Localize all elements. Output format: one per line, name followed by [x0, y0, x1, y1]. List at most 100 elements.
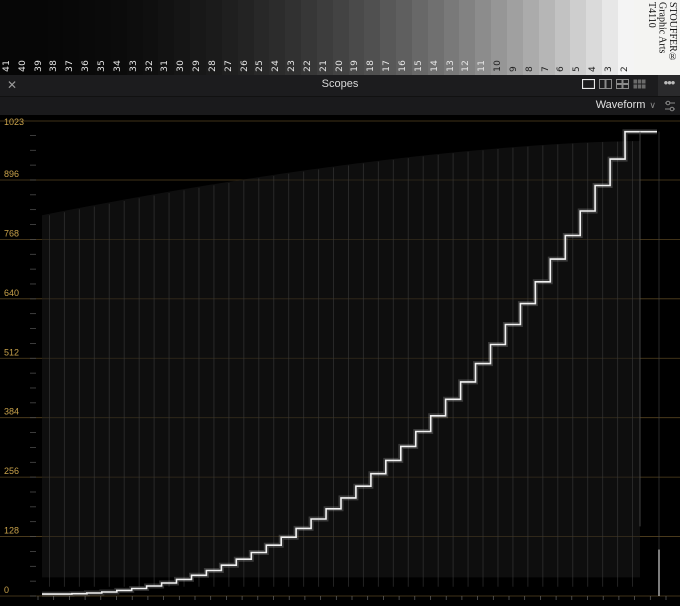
- wedge-step-label: 15: [413, 60, 424, 72]
- wedge-step: 22: [301, 0, 317, 75]
- wedge-step: 38: [47, 0, 64, 75]
- scope-toolbar: Waveform ∨: [0, 97, 680, 115]
- wedge-step-label: 12: [461, 60, 472, 72]
- wedge-step-label: 32: [144, 60, 155, 72]
- wedge-step-label: 20: [334, 60, 345, 72]
- y-tick-label: 128: [4, 526, 19, 536]
- wedge-step-label: 4: [588, 66, 599, 72]
- wedge-step: 7: [538, 0, 555, 75]
- wedge-step: 4: [586, 0, 603, 75]
- wedge-step-label: 41: [1, 60, 12, 72]
- y-tick-label: 384: [4, 407, 19, 417]
- scope-type-label: Waveform: [595, 99, 646, 111]
- y-tick-label: 896: [4, 169, 19, 179]
- y-tick-label: 768: [4, 228, 19, 238]
- wedge-step-label: 3: [603, 66, 614, 72]
- wedge-step-label: 5: [572, 66, 583, 72]
- wedge-step-label: 8: [524, 66, 535, 72]
- wedge-step: 31: [158, 0, 175, 75]
- step-wedge-image: 41 40 39 38 37 36 35 34 33 32 31 30 29 28 27 26 25 24 23 22…: [0, 0, 680, 75]
- waveform-haze: [42, 141, 640, 578]
- wedge-step: 30: [174, 0, 191, 75]
- wedge-step: 26: [237, 0, 254, 75]
- wedge-step-label: 27: [223, 60, 234, 72]
- more-icon[interactable]: •••: [658, 75, 680, 96]
- wedge-step: 14: [427, 0, 444, 75]
- y-tick-label: 256: [4, 466, 19, 476]
- wedge-step-label: 34: [112, 60, 123, 72]
- single-layout-icon[interactable]: [582, 79, 595, 89]
- wedge-step: 39: [31, 0, 48, 75]
- wedge-step-label: 22: [302, 60, 313, 72]
- wedge-step: 17: [380, 0, 397, 75]
- wedge-step: 18: [364, 0, 381, 75]
- wedge-step: 8: [522, 0, 539, 75]
- wedge-brand-label: STOUFFER® Graphic Arts T4110: [634, 0, 680, 75]
- wedge-step: 25: [253, 0, 270, 75]
- wedge-step: 10: [491, 0, 507, 75]
- wedge-step-label: 33: [128, 60, 139, 72]
- wedge-step: 21: [316, 0, 333, 75]
- wedge-step-label: 7: [540, 66, 551, 72]
- wedge-step: 11: [475, 0, 492, 75]
- wedge-step-label: 39: [33, 60, 44, 72]
- wedge-step-label: 11: [477, 60, 488, 72]
- wedge-step: 16: [396, 0, 412, 75]
- wedge-step: 36: [79, 0, 96, 75]
- wedge-step: 5: [570, 0, 587, 75]
- wedge-step-label: 24: [271, 60, 282, 72]
- wedge-step-label: 9: [508, 66, 519, 72]
- wedge-step-label: 28: [207, 60, 218, 72]
- wedge-step: 9: [507, 0, 523, 75]
- wedge-step: 32: [142, 0, 159, 75]
- layout-switcher: [582, 79, 646, 89]
- chevron-down-icon: ∨: [649, 100, 656, 110]
- wedge-step-label: 26: [239, 60, 250, 72]
- wedge-step: 2: [617, 0, 634, 75]
- scopes-panel-header: ✕ Scopes •••: [0, 75, 680, 97]
- wedge-step-label: 38: [49, 60, 60, 72]
- wedge-step: 29: [190, 0, 206, 75]
- wedge-step-label: 21: [318, 60, 329, 72]
- quad-layout-icon[interactable]: [616, 79, 629, 89]
- grid-layout-icon[interactable]: [633, 79, 646, 89]
- brand-text: STOUFFER® Graphic Arts T4110: [646, 2, 678, 63]
- wedge-step: 28: [205, 0, 222, 75]
- wedge-step-label: 40: [17, 60, 28, 72]
- wedge-step: 12: [459, 0, 476, 75]
- wedge-step-label: 30: [176, 60, 187, 72]
- y-tick-label: 1023: [4, 117, 24, 127]
- wedge-step-label: 10: [493, 60, 504, 72]
- dual-layout-icon[interactable]: [599, 79, 612, 89]
- wedge-step-label: 18: [366, 60, 377, 72]
- wedge-step-label: 31: [160, 60, 171, 72]
- wedge-step: 23: [285, 0, 302, 75]
- waveform-scope: 1023 896 768 640 512 384 256 128 0: [0, 115, 680, 606]
- wedge-step: 35: [95, 0, 111, 75]
- waveform-graph: 1023 896 768 640 512 384 256 128 0: [0, 117, 680, 600]
- wedge-step-label: 13: [445, 60, 456, 72]
- wedge-step-label: 35: [96, 60, 107, 72]
- wedge-step: 6: [554, 0, 571, 75]
- wedge-step: 40: [15, 0, 32, 75]
- scope-type-dropdown[interactable]: Waveform ∨: [596, 99, 656, 111]
- wedge-step: 3: [602, 0, 618, 75]
- wedge-step-label: 36: [81, 60, 92, 72]
- wedge-step: 27: [221, 0, 238, 75]
- wedge-step: 24: [269, 0, 286, 75]
- wedge-step: 33: [126, 0, 143, 75]
- wedge-step: 37: [63, 0, 80, 75]
- settings-icon[interactable]: [660, 97, 680, 115]
- y-tick-label: 512: [4, 347, 19, 357]
- wedge-step: 19: [348, 0, 365, 75]
- wedge-step-label: 6: [556, 66, 567, 72]
- wedge-step-label: 23: [287, 60, 298, 72]
- wedge-step-label: 29: [192, 60, 203, 72]
- wedge-step-label: 2: [619, 66, 630, 72]
- y-tick-label: 0: [4, 585, 9, 595]
- wedge-step-label: 19: [350, 60, 361, 72]
- wedge-step-label: 14: [429, 60, 440, 72]
- wedge-step: 13: [443, 0, 460, 75]
- step-wedge-cells: 41 40 39 38 37 36 35 34 33 32 31 30 29 28 27 26 25 24 23 22…: [0, 0, 634, 75]
- screen: 41 40 39 38 37 36 35 34 33 32 31 30 29 28 27 26 25 24 23 22…: [0, 0, 680, 606]
